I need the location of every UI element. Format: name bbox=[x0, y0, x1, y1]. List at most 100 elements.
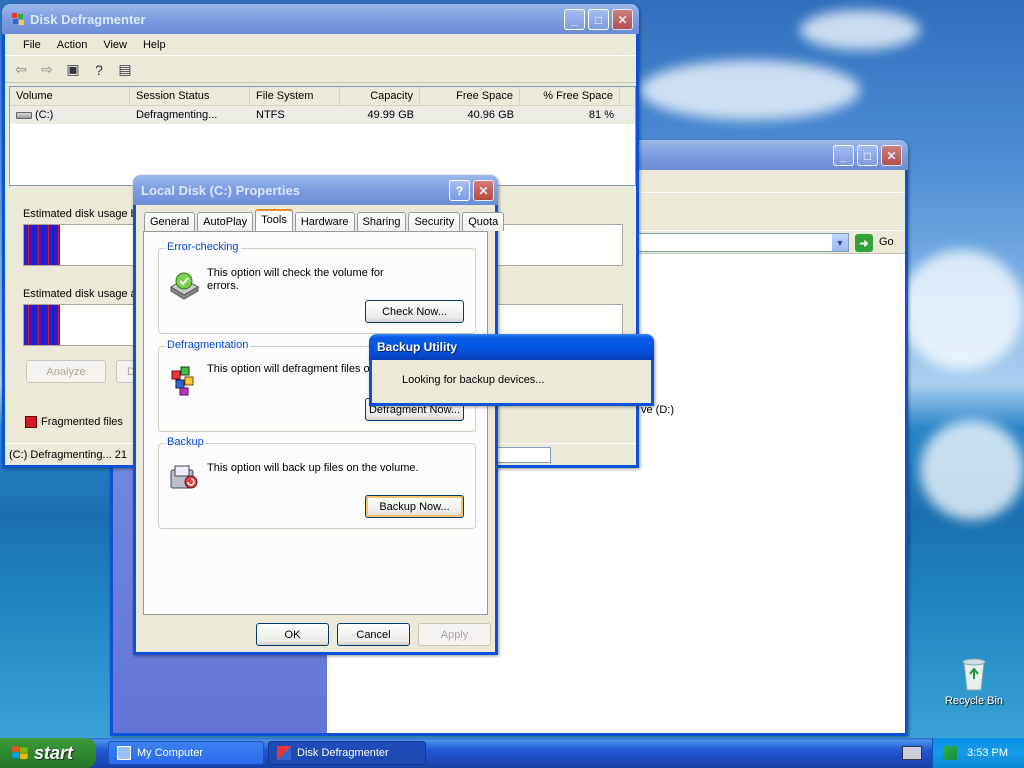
cancel-button[interactable]: Cancel bbox=[337, 623, 410, 646]
volume-list[interactable]: Volume Session Status File System Capaci… bbox=[9, 86, 636, 186]
check-now-button[interactable]: Check Now... bbox=[365, 300, 464, 323]
clock[interactable]: 3:53 PM bbox=[967, 747, 1008, 759]
minimize-button[interactable]: _ bbox=[564, 9, 585, 30]
windows-logo-icon bbox=[12, 746, 28, 760]
recycle-bin-label: Recycle Bin bbox=[944, 695, 1004, 707]
menu-bar: File Action View Help bbox=[5, 34, 636, 56]
start-label: start bbox=[34, 742, 74, 763]
backup-icon bbox=[170, 465, 198, 489]
menu-file[interactable]: File bbox=[15, 39, 49, 51]
help-button[interactable]: ? bbox=[449, 180, 470, 201]
menu-view[interactable]: View bbox=[95, 39, 135, 51]
fs-cell: NTFS bbox=[256, 109, 285, 121]
close-button[interactable]: ✕ bbox=[612, 9, 633, 30]
status-cell: Defragmenting... bbox=[136, 109, 218, 121]
error-checking-text: This option will check the volume for er… bbox=[207, 267, 384, 292]
defragment-icon bbox=[171, 366, 194, 396]
tab-tools[interactable]: Tools bbox=[255, 209, 293, 231]
cloud bbox=[640, 60, 860, 120]
cloud bbox=[920, 420, 1024, 520]
keyboard-icon[interactable] bbox=[902, 746, 922, 760]
show-hide-console-icon[interactable]: ▣ bbox=[63, 60, 83, 80]
table-row[interactable]: (C:) Defragmenting... NTFS 49.99 GB 40.9… bbox=[10, 106, 635, 124]
backup-now-button[interactable]: Backup Now... bbox=[365, 495, 464, 518]
maximize-button[interactable]: □ bbox=[588, 9, 609, 30]
close-button[interactable]: ✕ bbox=[881, 145, 902, 166]
legend-label: Fragmented files bbox=[41, 416, 123, 428]
column-header[interactable]: Free Space bbox=[420, 87, 520, 105]
analyze-button[interactable]: Analyze bbox=[26, 360, 106, 383]
group-title: Backup bbox=[165, 436, 206, 448]
tab-strip: General AutoPlay Tools Hardware Sharing … bbox=[144, 209, 505, 231]
fragment-stripes bbox=[24, 305, 60, 345]
error-checking-group: Error-checking This option will check th… bbox=[158, 241, 476, 334]
free-space-cell: 40.96 GB bbox=[467, 109, 514, 121]
go-label[interactable]: Go bbox=[879, 236, 894, 248]
progress-bar bbox=[497, 447, 551, 463]
tab-hardware[interactable]: Hardware bbox=[294, 212, 355, 231]
recycle-bin-icon bbox=[962, 658, 986, 691]
menu-action[interactable]: Action bbox=[49, 39, 96, 51]
backup-status-message: Looking for backup devices... bbox=[402, 374, 545, 386]
forward-arrow-icon[interactable]: ⇨ bbox=[37, 60, 57, 80]
volume-name: (C:) bbox=[35, 109, 54, 121]
recycle-bin-shortcut[interactable]: Recycle Bin bbox=[942, 656, 1006, 707]
tab-security[interactable]: Security bbox=[408, 212, 461, 231]
fragmented-swatch bbox=[25, 416, 37, 428]
system-tray: 3:53 PM bbox=[932, 738, 1024, 768]
backup-titlebar[interactable]: Backup Utility bbox=[369, 334, 654, 360]
taskbar-button-my-computer[interactable]: My Computer bbox=[108, 741, 264, 765]
backup-utility-dialog[interactable]: Backup Utility Looking for backup device… bbox=[369, 334, 654, 406]
properties-icon[interactable]: ▤ bbox=[115, 60, 135, 80]
column-header[interactable]: % Free Space bbox=[520, 87, 620, 105]
maximize-button[interactable]: □ bbox=[857, 145, 878, 166]
task-label: My Computer bbox=[137, 747, 204, 759]
apply-button[interactable]: Apply bbox=[418, 623, 491, 646]
taskbar-button-disk-defragmenter[interactable]: Disk Defragmenter bbox=[268, 741, 426, 765]
chevron-down-icon[interactable]: ▼ bbox=[832, 234, 848, 251]
volume-cell: (C:) bbox=[10, 109, 130, 121]
minimize-button[interactable]: _ bbox=[833, 145, 854, 166]
group-title: Error-checking bbox=[165, 241, 241, 253]
properties-titlebar[interactable]: Local Disk (C:) Properties ? ✕ bbox=[133, 175, 498, 205]
close-button[interactable]: ✕ bbox=[473, 180, 494, 201]
capacity-cell: 49.99 GB bbox=[367, 109, 414, 121]
tab-general[interactable]: General bbox=[144, 212, 196, 231]
backup-group: Backup This option will back up files on… bbox=[158, 436, 476, 529]
back-arrow-icon[interactable]: ⇦ bbox=[11, 60, 31, 80]
dialog-title: Local Disk (C:) Properties bbox=[141, 182, 300, 198]
estimated-after-label: Estimated disk usage af bbox=[23, 288, 140, 300]
column-header[interactable]: Volume bbox=[10, 87, 130, 105]
column-header[interactable]: Session Status bbox=[130, 87, 250, 105]
start-button[interactable]: start bbox=[0, 738, 96, 768]
defrag-titlebar[interactable]: Disk Defragmenter _ □ ✕ bbox=[2, 4, 639, 34]
volume-list-header: Volume Session Status File System Capaci… bbox=[10, 87, 635, 106]
cloud bbox=[800, 10, 920, 50]
ok-button[interactable]: OK bbox=[256, 623, 329, 646]
properties-dialog[interactable]: Local Disk (C:) Properties ? ✕ General A… bbox=[133, 175, 505, 655]
column-header[interactable]: File System bbox=[250, 87, 340, 105]
tab-sharing[interactable]: Sharing bbox=[356, 212, 407, 231]
defrag-app-icon bbox=[12, 13, 24, 25]
window-title: Disk Defragmenter bbox=[30, 11, 146, 27]
backup-text: This option will back up files on the vo… bbox=[207, 462, 419, 474]
taskbar: start My Computer Disk Defragmenter 3:53… bbox=[0, 738, 1024, 768]
defrag-app-icon bbox=[277, 746, 291, 760]
backup-title: Backup Utility bbox=[377, 340, 458, 354]
cloud bbox=[900, 250, 1024, 370]
column-header[interactable]: Capacity bbox=[340, 87, 420, 105]
fragment-stripes bbox=[24, 225, 60, 265]
computer-icon bbox=[117, 746, 131, 760]
disk-check-icon bbox=[170, 272, 200, 300]
help-icon[interactable]: ? bbox=[89, 60, 109, 80]
toolbar: ⇦ ⇨ ▣ ? ▤ bbox=[5, 57, 636, 83]
tools-panel: Error-checking This option will check th… bbox=[143, 231, 488, 615]
pct-free-cell: 81 % bbox=[588, 109, 614, 121]
network-icon[interactable] bbox=[943, 746, 957, 760]
tab-autoplay[interactable]: AutoPlay bbox=[197, 212, 254, 231]
go-arrow-icon[interactable]: ➜ bbox=[855, 234, 873, 252]
menu-help[interactable]: Help bbox=[135, 39, 174, 51]
tab-quota[interactable]: Quota bbox=[462, 212, 505, 231]
status-text: (C:) Defragmenting... 21 bbox=[9, 448, 127, 461]
group-title: Defragmentation bbox=[165, 339, 251, 351]
